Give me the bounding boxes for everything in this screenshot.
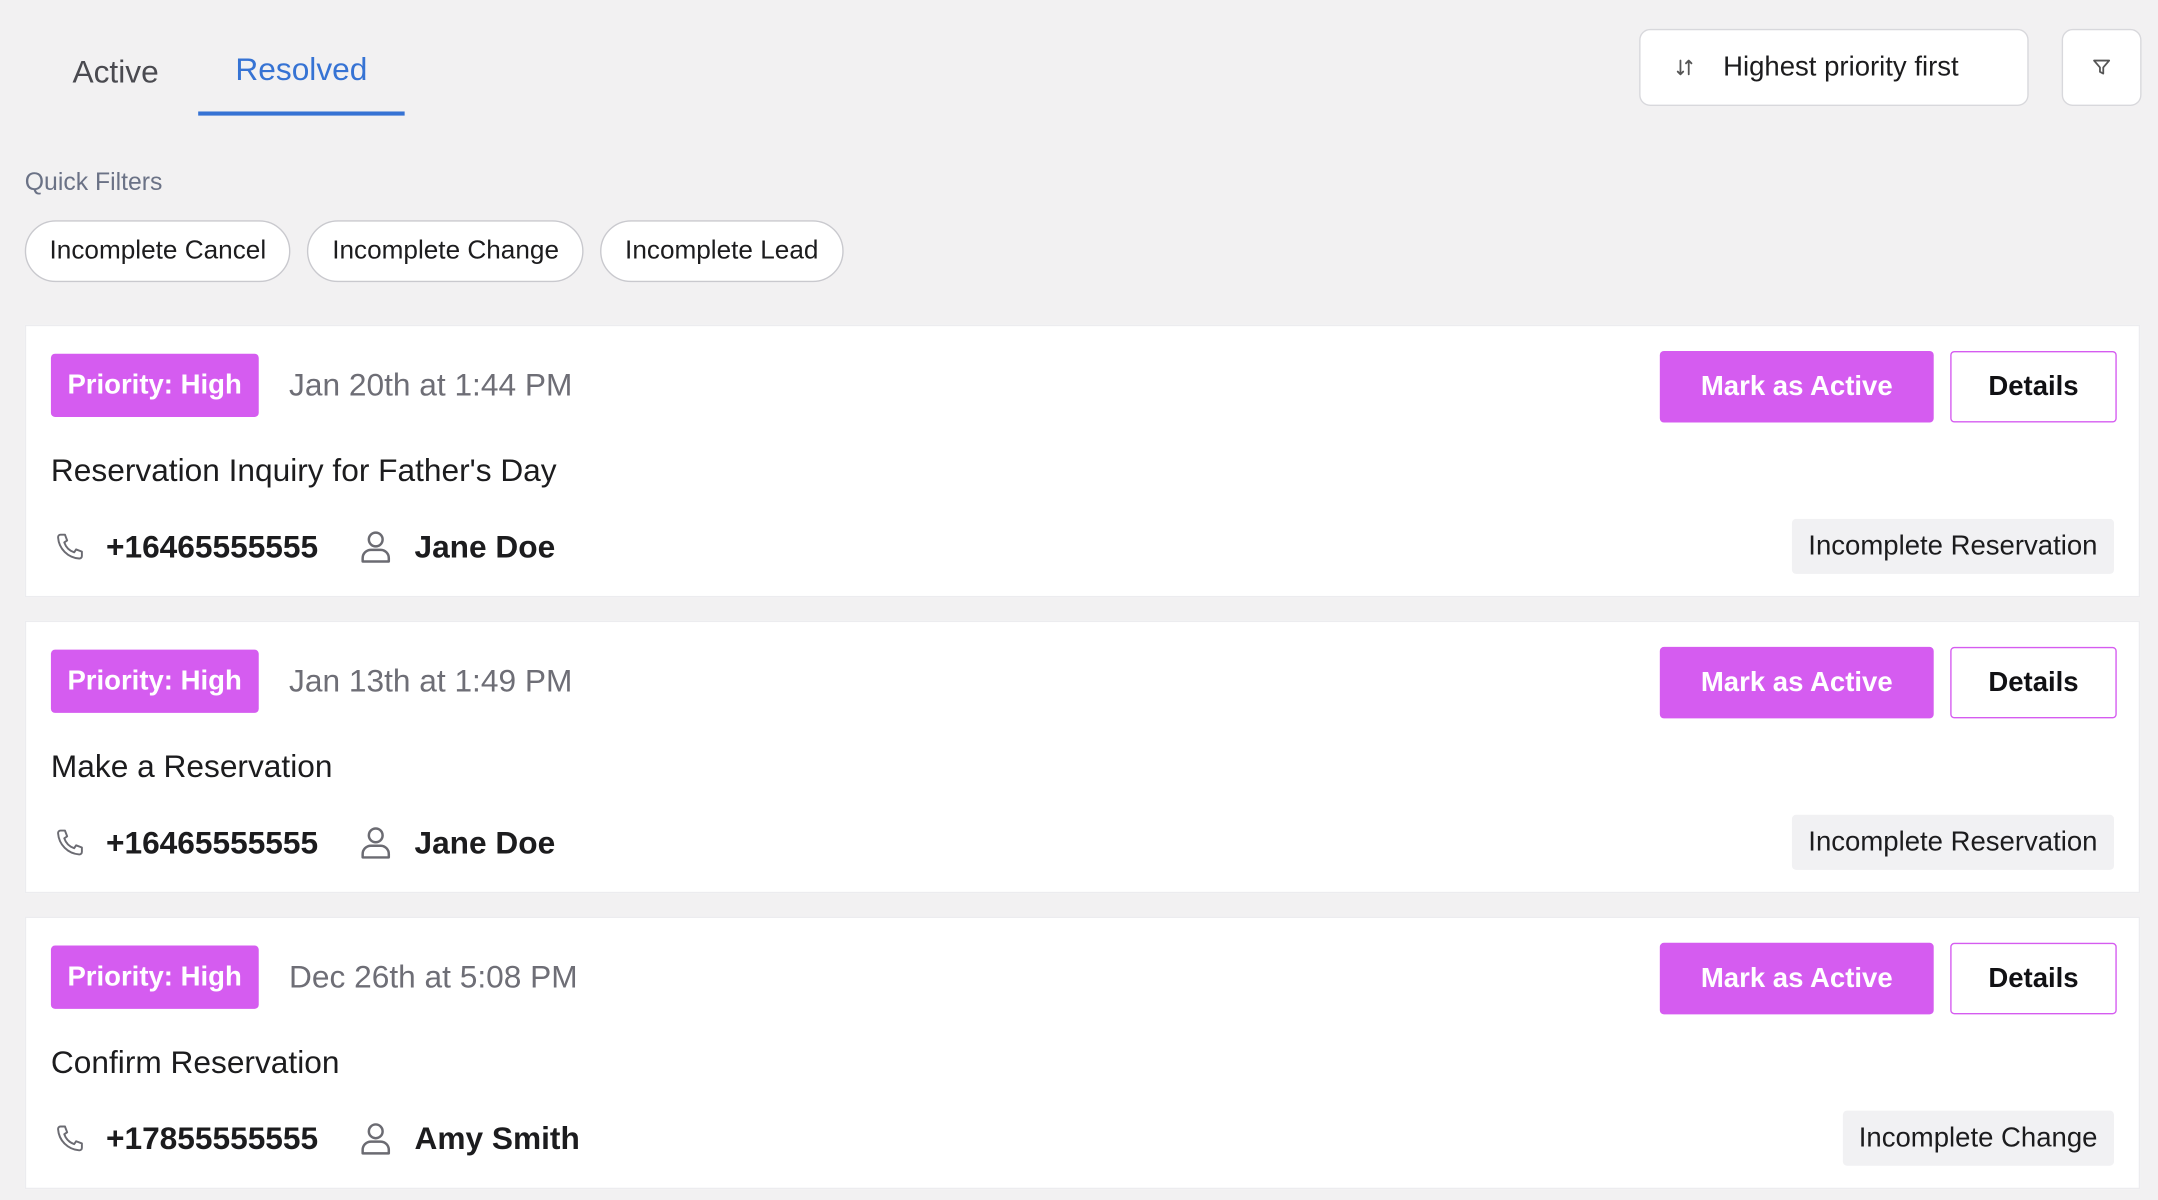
chip-incomplete-lead[interactable]: Incomplete Lead [600,220,844,283]
filter-button[interactable] [2061,28,2142,106]
status-tag: Incomplete Change [1842,1110,2114,1166]
quick-filters-label: Quick Filters [24,167,163,196]
details-button[interactable]: Details [1950,942,2117,1015]
card-contact: +16465555555 Jane Doe [51,527,555,566]
person-icon [357,527,396,566]
card-title: Confirm Reservation [50,1043,340,1080]
app-frame: Active Resolved Highest priority first Q… [0,0,2158,1200]
details-button[interactable]: Details [1950,646,2117,719]
sort-label: Highest priority first [1723,51,1959,82]
quick-filter-chips: Incomplete Cancel Incomplete Change Inco… [24,220,844,283]
mark-as-active-button[interactable]: Mark as Active [1659,646,1934,719]
phone-icon [54,530,87,563]
card-date: Dec 26th at 5:08 PM [289,958,578,995]
mark-as-active-button[interactable]: Mark as Active [1659,350,1934,423]
inquiry-card[interactable]: Priority: High Jan 13th at 1:49 PM Mark … [24,620,2141,894]
priority-badge: Priority: High [50,945,259,1009]
card-date: Jan 20th at 1:44 PM [289,366,573,403]
status-tag: Incomplete Reservation [1791,518,2114,574]
contact-name: Jane Doe [414,527,556,564]
sort-arrows-icon [1674,56,1696,78]
phone-number: +16465555555 [105,823,319,860]
priority-badge: Priority: High [50,649,259,713]
tab-active-label: Active [72,52,159,89]
phone-number: +17855555555 [105,1119,319,1156]
tab-active[interactable]: Active [33,28,198,116]
chip-incomplete-change[interactable]: Incomplete Change [307,220,584,283]
phone-number: +16465555555 [105,527,319,564]
funnel-icon [2091,56,2113,78]
card-title: Make a Reservation [50,748,333,784]
tab-resolved-label: Resolved [235,50,368,87]
priority-badge: Priority: High [50,353,259,418]
tab-bar: Active Resolved [33,28,405,116]
card-title: Reservation Inquiry for Father's Day [50,452,557,488]
contact-name: Jane Doe [414,823,556,860]
person-icon [357,823,396,862]
card-contact: +16465555555 Jane Doe [51,823,555,862]
phone-icon [54,1122,87,1155]
inquiry-card[interactable]: Priority: High Jan 20th at 1:44 PM Mark … [24,324,2141,598]
status-tag: Incomplete Reservation [1791,814,2114,870]
contact-name: Amy Smith [414,1119,580,1156]
card-contact: +17855555555 Amy Smith [51,1119,580,1158]
mark-as-active-button[interactable]: Mark as Active [1659,942,1934,1015]
tab-resolved[interactable]: Resolved [198,28,405,116]
sort-button[interactable]: Highest priority first [1639,28,2029,106]
person-icon [357,1119,396,1158]
chip-incomplete-cancel[interactable]: Incomplete Cancel [24,220,291,283]
card-date: Jan 13th at 1:49 PM [289,662,573,699]
details-button[interactable]: Details [1950,350,2117,423]
phone-icon [54,826,87,859]
inquiry-card[interactable]: Priority: High Dec 26th at 5:08 PM Mark … [24,916,2141,1190]
